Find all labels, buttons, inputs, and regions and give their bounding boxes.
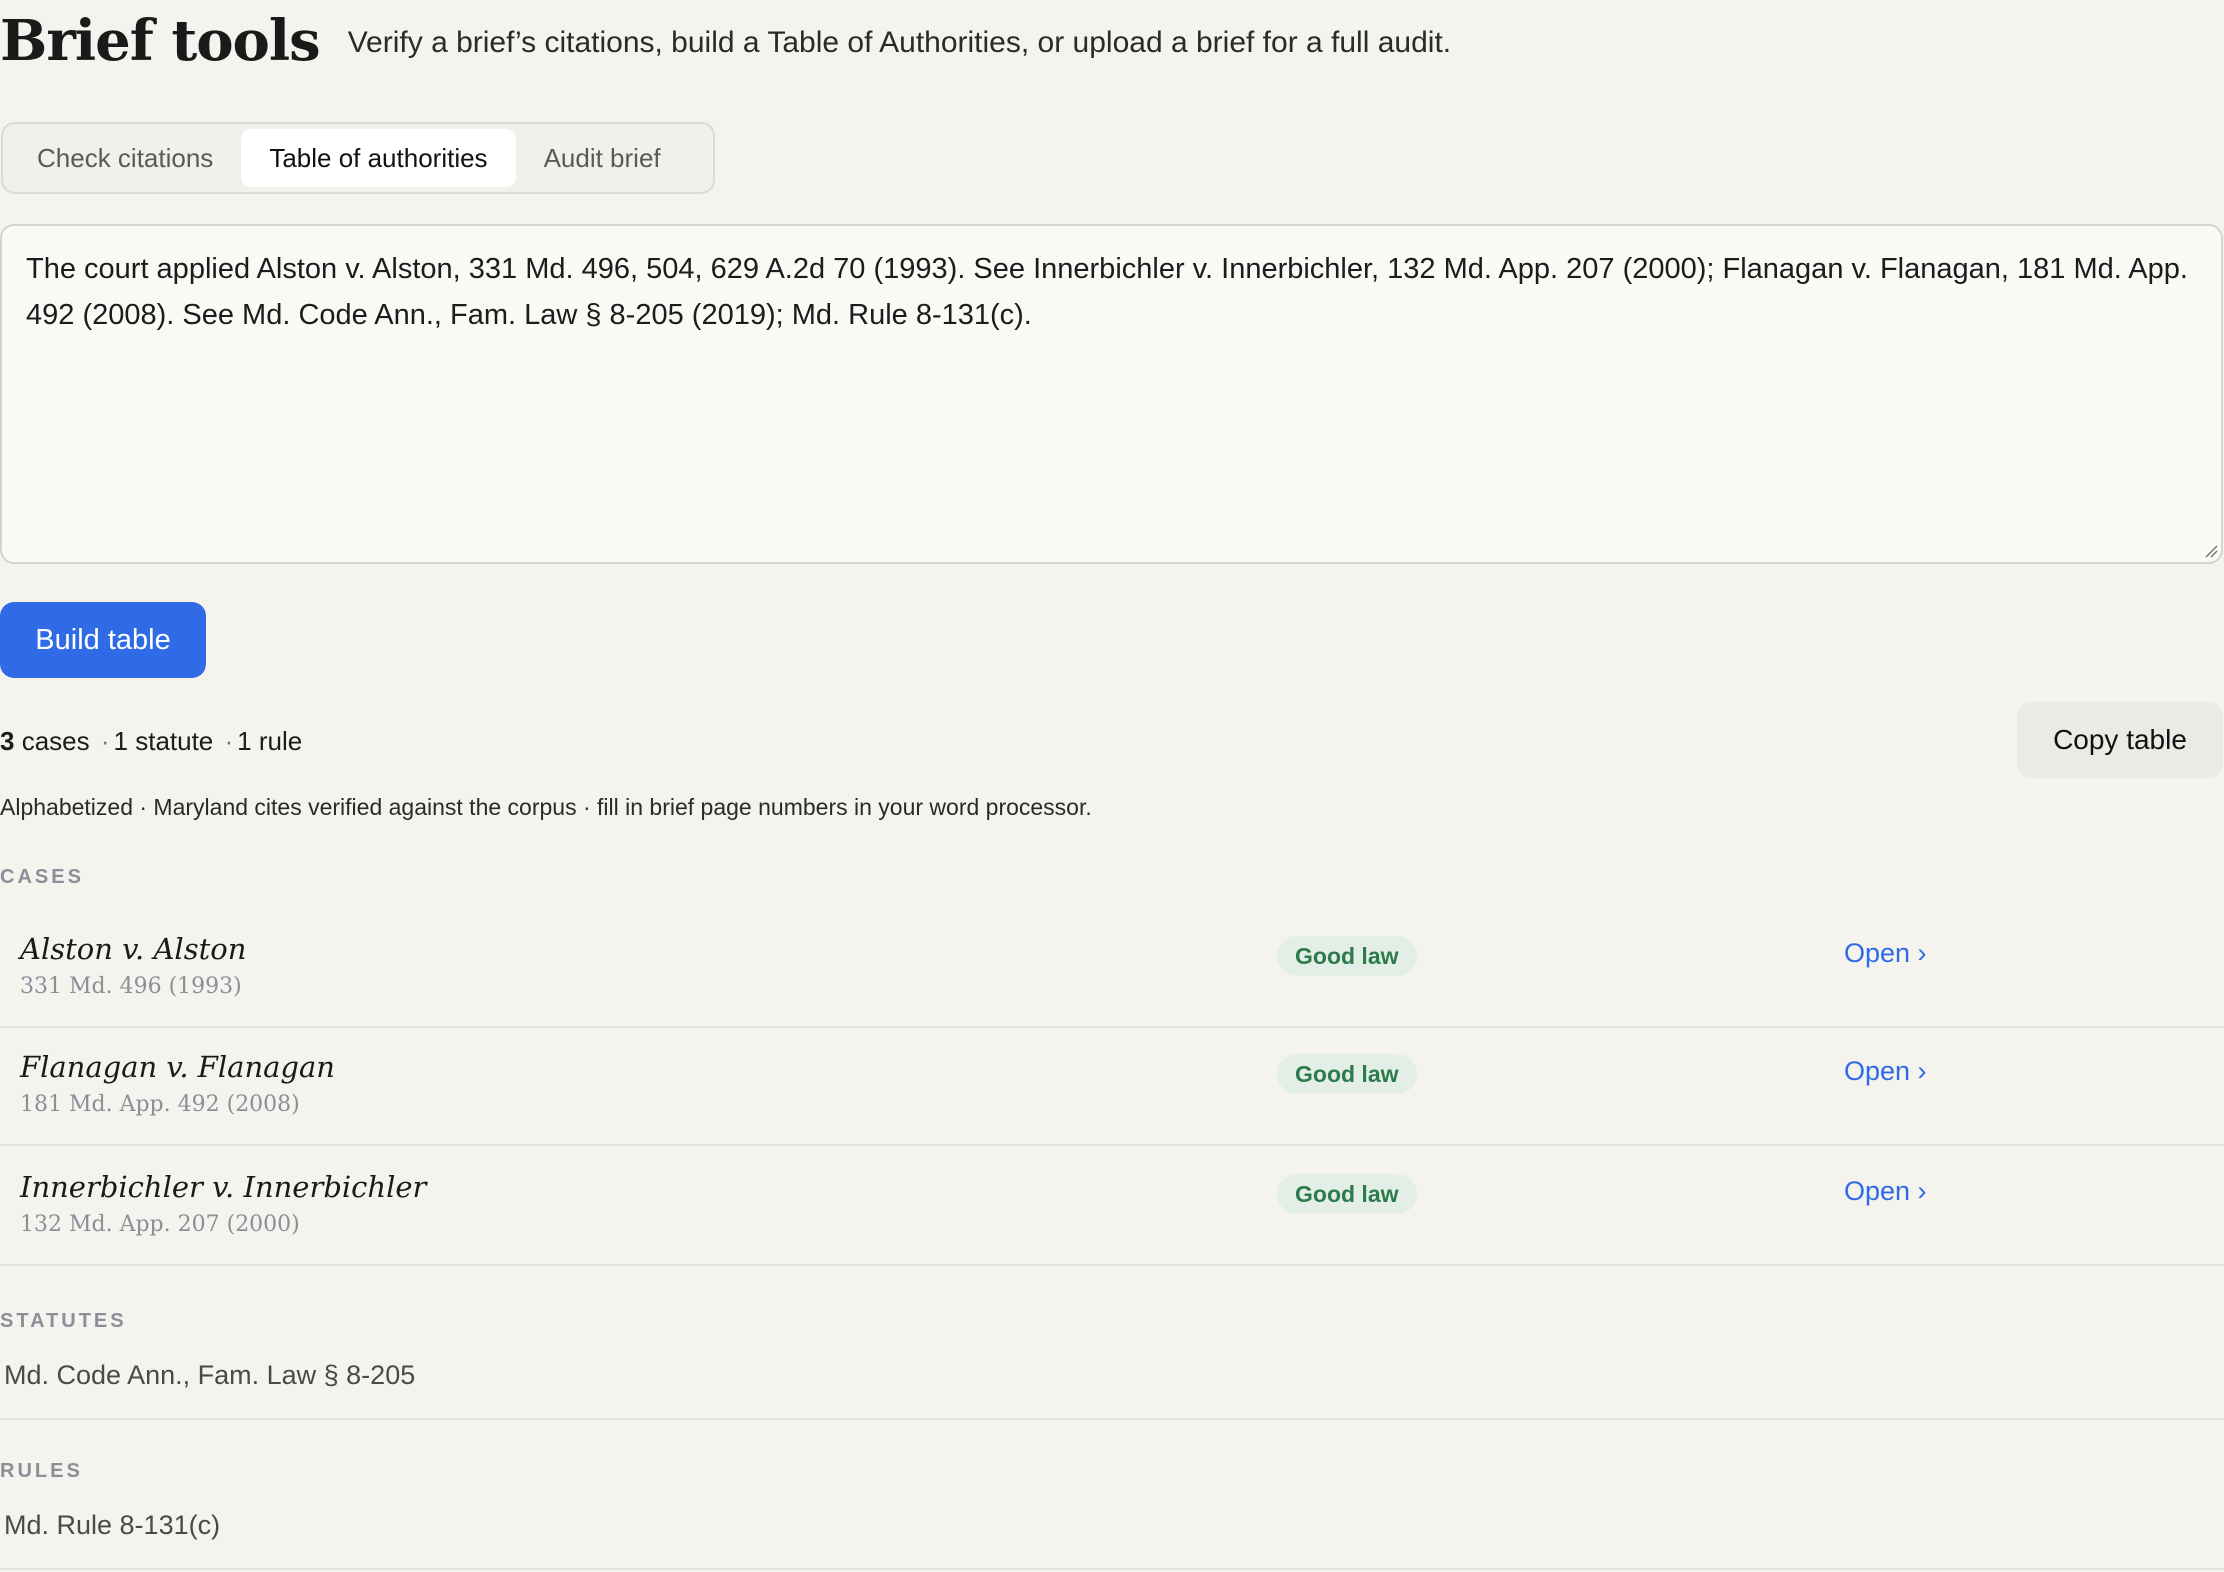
separator: · — [100, 726, 110, 756]
cases-word: cases — [21, 726, 90, 756]
rules-count: 1 rule — [237, 726, 303, 756]
status-badge: Good law — [1277, 1054, 1417, 1094]
copy-table-button[interactable]: Copy table — [2017, 702, 2223, 778]
page-title: Brief tools — [0, 8, 321, 74]
open-case-link[interactable]: Open › — [1844, 1056, 1927, 1087]
case-citation: 181 Md. App. 492 (2008) — [20, 1092, 300, 1117]
page-subtitle: Verify a brief’s citations, build a Tabl… — [347, 26, 1452, 59]
case-citation: 331 Md. 496 (1993) — [20, 974, 242, 999]
case-row: Flanagan v. Flanagan 181 Md. App. 492 (2… — [0, 1028, 2224, 1146]
cases-count: 3 — [0, 726, 15, 756]
case-name: Alston v. Alston — [20, 932, 247, 966]
rule-text: Md. Rule 8-131(c) — [4, 1510, 221, 1540]
open-case-link[interactable]: Open › — [1844, 1176, 1927, 1207]
statutes-count: 1 statute — [113, 726, 214, 756]
statute-text: Md. Code Ann., Fam. Law § 8-205 — [4, 1360, 416, 1390]
case-name: Flanagan v. Flanagan — [20, 1050, 335, 1084]
status-badge: Good law — [1277, 1174, 1417, 1214]
separator: · — [224, 726, 234, 756]
case-row: Alston v. Alston 331 Md. 496 (1993) Good… — [0, 910, 2224, 1028]
summary-counts: 3 cases · 1 statute · 1 rule — [0, 726, 302, 757]
case-name: Innerbichler v. Innerbichler — [20, 1170, 427, 1204]
build-table-button[interactable]: Build table — [0, 602, 206, 678]
rule-row: Md. Rule 8-131(c) — [0, 1490, 2224, 1570]
tab-table-of-authorities[interactable]: Table of authorities — [241, 129, 516, 187]
tab-audit-brief[interactable]: Audit brief — [516, 129, 689, 187]
summary-note: Alphabetized · Maryland cites verified a… — [0, 794, 1092, 820]
page-header: Brief tools Verify a brief’s citations, … — [0, 8, 1451, 74]
cases-section-label: CASES — [0, 866, 84, 888]
statutes-section-label: STATUTES — [0, 1310, 127, 1332]
resize-handle-icon[interactable] — [2204, 544, 2218, 558]
brief-text-input[interactable]: The court applied Alston v. Alston, 331 … — [0, 224, 2223, 564]
tab-check-citations[interactable]: Check citations — [9, 129, 241, 187]
open-case-link[interactable]: Open › — [1844, 938, 1927, 969]
statute-row: Md. Code Ann., Fam. Law § 8-205 — [0, 1340, 2224, 1420]
case-citation: 132 Md. App. 207 (2000) — [20, 1212, 300, 1237]
tab-bar: Check citations Table of authorities Aud… — [1, 122, 715, 194]
status-badge: Good law — [1277, 936, 1417, 976]
rules-section-label: RULES — [0, 1460, 83, 1482]
case-row: Innerbichler v. Innerbichler 132 Md. App… — [0, 1148, 2224, 1266]
